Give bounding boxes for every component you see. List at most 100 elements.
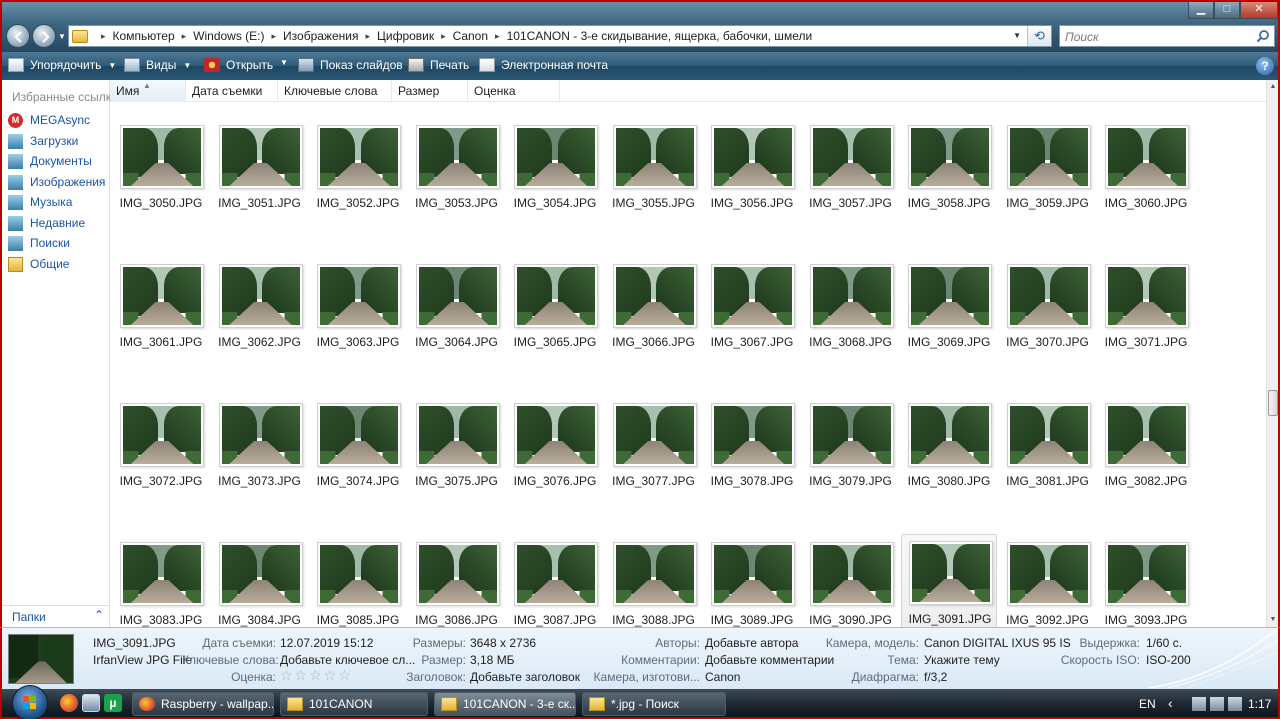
file-item[interactable]: IMG_3050.JPG: [113, 119, 209, 229]
file-item[interactable]: IMG_3058.JPG: [901, 119, 997, 229]
open-button[interactable]: Открыть: [204, 58, 273, 72]
sidebar-item-shared[interactable]: Общие: [8, 255, 108, 273]
taskbar-item-101canon-active[interactable]: 101CANON - 3-е ск...: [434, 692, 576, 716]
folders-toggle[interactable]: Папки ⌃: [2, 605, 110, 627]
taskbar-item-search[interactable]: *.jpg - Поиск: [582, 692, 726, 716]
file-item[interactable]: IMG_3067.JPG: [704, 258, 800, 368]
file-item[interactable]: IMG_3076.JPG: [507, 397, 603, 507]
column-header-rating[interactable]: Оценка: [468, 80, 560, 102]
sidebar-item-megasync[interactable]: M MEGAsync: [8, 111, 108, 129]
sidebar-item-recent[interactable]: Недавние: [8, 214, 108, 232]
email-button[interactable]: Электронная почта: [479, 58, 608, 72]
breadcrumb-separator[interactable]: ▸: [441, 31, 446, 42]
file-item[interactable]: IMG_3069.JPG: [901, 258, 997, 368]
print-button[interactable]: Печать: [408, 58, 469, 72]
refresh-button[interactable]: ⟲: [1027, 26, 1051, 46]
scroll-down-icon[interactable]: ▼: [1267, 613, 1279, 627]
file-item[interactable]: IMG_3084.JPG: [212, 536, 308, 627]
maximize-button[interactable]: □: [1214, 2, 1240, 19]
taskbar-item-101canon[interactable]: 101CANON: [280, 692, 428, 716]
file-item[interactable]: IMG_3091.JPG: [901, 534, 997, 627]
vertical-scrollbar[interactable]: ▲ ▼: [1266, 80, 1280, 627]
file-item[interactable]: IMG_3078.JPG: [704, 397, 800, 507]
subject-value[interactable]: Укажите тему: [924, 653, 1000, 667]
breadcrumb-pictures[interactable]: Изображения: [283, 29, 358, 43]
file-item[interactable]: IMG_3053.JPG: [409, 119, 505, 229]
file-item[interactable]: IMG_3072.JPG: [113, 397, 209, 507]
breadcrumb-computer[interactable]: Компьютер: [113, 29, 175, 43]
file-item[interactable]: IMG_3081.JPG: [1000, 397, 1096, 507]
recent-pages-dropdown-icon[interactable]: ▼: [58, 32, 66, 41]
back-button[interactable]: [6, 24, 30, 48]
file-item[interactable]: IMG_3062.JPG: [212, 258, 308, 368]
start-button[interactable]: [12, 685, 48, 719]
sidebar-item-downloads[interactable]: Загрузки: [8, 132, 108, 150]
help-button[interactable]: ?: [1256, 57, 1274, 75]
file-item[interactable]: IMG_3055.JPG: [606, 119, 702, 229]
utorrent-quicklaunch-icon[interactable]: µ: [104, 694, 122, 712]
file-item[interactable]: IMG_3089.JPG: [704, 536, 800, 627]
close-button[interactable]: ✕: [1240, 2, 1278, 19]
scroll-up-icon[interactable]: ▲: [1267, 80, 1279, 94]
file-item[interactable]: IMG_3093.JPG: [1098, 536, 1194, 627]
battery-icon[interactable]: [1192, 697, 1206, 711]
rating-stars[interactable]: ☆☆☆☆☆: [280, 667, 353, 684]
file-item[interactable]: IMG_3090.JPG: [803, 536, 899, 627]
file-item[interactable]: IMG_3059.JPG: [1000, 119, 1096, 229]
show-desktop-icon[interactable]: [82, 694, 100, 712]
language-indicator[interactable]: EN: [1139, 697, 1156, 711]
breadcrumb-separator[interactable]: ▸: [101, 31, 106, 42]
sidebar-item-music[interactable]: Музыка: [8, 193, 108, 211]
column-header-date-taken[interactable]: Дата съемки: [186, 80, 278, 102]
open-dropdown-button[interactable]: ▼: [280, 58, 288, 67]
file-item[interactable]: IMG_3073.JPG: [212, 397, 308, 507]
breadcrumb-tsifrovik[interactable]: Цифровик: [377, 29, 434, 43]
file-item[interactable]: IMG_3057.JPG: [803, 119, 899, 229]
file-item[interactable]: IMG_3064.JPG: [409, 258, 505, 368]
file-item[interactable]: IMG_3077.JPG: [606, 397, 702, 507]
file-item[interactable]: IMG_3079.JPG: [803, 397, 899, 507]
file-item[interactable]: IMG_3074.JPG: [310, 397, 406, 507]
file-item[interactable]: IMG_3065.JPG: [507, 258, 603, 368]
search-icon[interactable]: [1256, 29, 1270, 43]
file-item[interactable]: IMG_3063.JPG: [310, 258, 406, 368]
breadcrumb-current-folder[interactable]: 101CANON - 3-е скидывание, ящерка, бабоч…: [507, 29, 813, 43]
breadcrumb-canon[interactable]: Canon: [453, 29, 488, 43]
search-input[interactable]: Поиск: [1059, 25, 1275, 47]
network-icon[interactable]: [1210, 697, 1224, 711]
column-header-keywords[interactable]: Ключевые слова: [278, 80, 392, 102]
sidebar-item-documents[interactable]: Документы: [8, 152, 108, 170]
tray-chevron-icon[interactable]: ‹: [1168, 695, 1173, 711]
file-item[interactable]: IMG_3085.JPG: [310, 536, 406, 627]
file-item[interactable]: IMG_3071.JPG: [1098, 258, 1194, 368]
volume-icon[interactable]: [1228, 697, 1242, 711]
authors-value[interactable]: Добавьте автора: [705, 636, 798, 650]
file-item[interactable]: IMG_3082.JPG: [1098, 397, 1194, 507]
scrollbar-thumb[interactable]: [1268, 390, 1278, 416]
minimize-button[interactable]: ▁: [1188, 2, 1214, 19]
breadcrumb-separator[interactable]: ▸: [365, 31, 370, 42]
file-item[interactable]: IMG_3051.JPG: [212, 119, 308, 229]
breadcrumb-windows-e[interactable]: Windows (E:): [193, 29, 264, 43]
file-item[interactable]: IMG_3056.JPG: [704, 119, 800, 229]
views-button[interactable]: Виды ▼: [124, 58, 191, 72]
organize-button[interactable]: Упорядочить ▼: [8, 58, 116, 72]
file-item[interactable]: IMG_3092.JPG: [1000, 536, 1096, 627]
file-item[interactable]: IMG_3061.JPG: [113, 258, 209, 368]
title-value[interactable]: Добавьте заголовок: [470, 670, 580, 684]
file-item[interactable]: IMG_3086.JPG: [409, 536, 505, 627]
column-header-size[interactable]: Размер: [392, 80, 468, 102]
file-item[interactable]: IMG_3087.JPG: [507, 536, 603, 627]
file-item[interactable]: IMG_3054.JPG: [507, 119, 603, 229]
sidebar-item-searches[interactable]: Поиски: [8, 234, 108, 252]
breadcrumb-separator[interactable]: ▸: [495, 31, 500, 42]
file-item[interactable]: IMG_3052.JPG: [310, 119, 406, 229]
sidebar-item-pictures[interactable]: Изображения: [8, 173, 108, 191]
firefox-quicklaunch-icon[interactable]: [60, 694, 78, 712]
comments-value[interactable]: Добавьте комментарии: [705, 653, 834, 667]
breadcrumb[interactable]: ▸ Компьютер ▸ Windows (E:) ▸ Изображения…: [68, 25, 1052, 47]
breadcrumb-separator[interactable]: ▸: [272, 31, 277, 42]
file-item[interactable]: IMG_3060.JPG: [1098, 119, 1194, 229]
date-taken-value[interactable]: 12.07.2019 15:12: [280, 636, 373, 650]
file-item[interactable]: IMG_3070.JPG: [1000, 258, 1096, 368]
